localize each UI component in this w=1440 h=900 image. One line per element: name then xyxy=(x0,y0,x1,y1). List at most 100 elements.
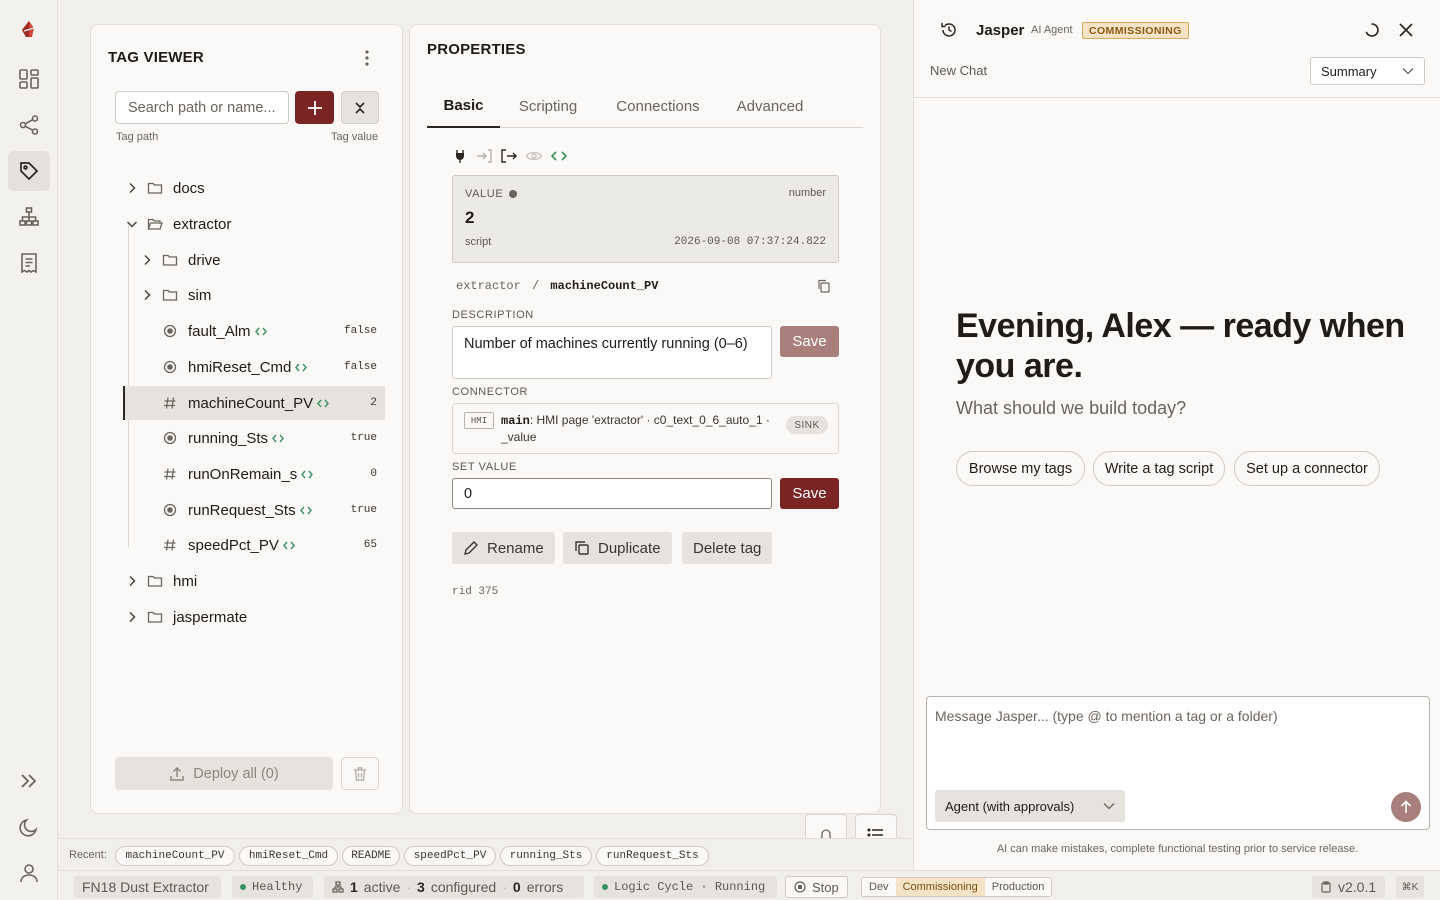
value-type: number xyxy=(788,187,826,199)
connector-card[interactable]: HMI main: HMI page 'extractor' · c0_text… xyxy=(452,403,839,454)
message-composer[interactable]: Message Jasper... (type @ to mention a t… xyxy=(926,696,1430,830)
tree-folder[interactable]: docs xyxy=(123,171,385,205)
recent-chip[interactable]: hmiReset_Cmd xyxy=(239,846,338,866)
history-icon[interactable] xyxy=(940,21,958,39)
receipt-icon[interactable] xyxy=(8,243,50,283)
chevron-right-icon[interactable] xyxy=(123,182,141,194)
recent-chip[interactable]: running_Sts xyxy=(500,846,592,866)
collapse-all-button[interactable] xyxy=(341,91,379,124)
suggestion-setup-connector[interactable]: Set up a connector xyxy=(1234,451,1380,486)
tree-folder[interactable]: sim xyxy=(123,278,385,312)
script-code-icon xyxy=(299,506,312,515)
tree-tag[interactable]: fault_Alm false xyxy=(123,314,385,348)
set-value-input[interactable] xyxy=(452,478,772,509)
expand-icon[interactable] xyxy=(8,761,50,801)
suggestion-browse-tags[interactable]: Browse my tags xyxy=(956,451,1085,486)
input-icon[interactable] xyxy=(475,148,493,164)
separator-dot: · xyxy=(502,879,507,895)
tab-advanced[interactable]: Advanced xyxy=(725,85,815,128)
send-button[interactable] xyxy=(1391,792,1421,822)
tree-tag[interactable]: hmiReset_Cmd false xyxy=(123,350,385,384)
record-id: rid 375 xyxy=(452,586,499,598)
tree-tag[interactable]: runRequest_Sts true xyxy=(123,493,385,527)
save-description-button[interactable]: Save xyxy=(780,326,839,357)
recent-chip[interactable]: machineCount_PV xyxy=(115,846,235,866)
number-tag-icon xyxy=(160,396,180,410)
command-palette-shortcut[interactable]: ⌘K xyxy=(1396,876,1424,898)
tree-folder[interactable]: drive xyxy=(123,243,385,277)
copy-path-icon[interactable] xyxy=(817,279,831,293)
description-field[interactable]: Number of machines currently running (0–… xyxy=(452,326,772,379)
delete-button[interactable] xyxy=(341,757,379,790)
health-status[interactable]: Healthy xyxy=(232,876,313,898)
suggestion-write-script[interactable]: Write a tag script xyxy=(1093,451,1225,486)
recent-chip[interactable]: speedPct_PV xyxy=(404,846,496,866)
tree-tag[interactable]: machineCount_PV 2 xyxy=(123,386,385,420)
tree-item-label: drive xyxy=(188,251,221,269)
rename-button[interactable]: Rename xyxy=(452,532,555,564)
arrow-up-icon xyxy=(1400,800,1412,813)
agent-mode-select[interactable]: Agent (with approvals) xyxy=(935,790,1125,822)
more-menu-icon[interactable] xyxy=(359,49,375,67)
tree-tag[interactable]: runOnRemain_s 0 xyxy=(123,457,385,491)
stop-button[interactable]: Stop xyxy=(785,876,848,898)
agent-header: Jasper AI Agent COMMISSIONING New Chat S… xyxy=(914,0,1440,98)
recent-label: Recent: xyxy=(69,849,107,861)
recent-chip[interactable]: README xyxy=(342,846,400,866)
connector-summary[interactable]: 1 active · 3 configured · 0 errors xyxy=(324,876,584,898)
chevron-right-icon[interactable] xyxy=(138,254,156,266)
path-name: machineCount_PV xyxy=(550,279,659,293)
stop-label: Stop xyxy=(812,879,839,895)
tab-scripting[interactable]: Scripting xyxy=(505,85,591,128)
folder-icon xyxy=(160,288,180,302)
recent-chip[interactable]: runRequest_Sts xyxy=(596,846,709,866)
project-name[interactable]: FN18 Dust Extractor xyxy=(74,876,221,898)
script-code-icon xyxy=(282,541,295,550)
save-value-button[interactable]: Save xyxy=(780,478,839,509)
chevron-right-icon[interactable] xyxy=(123,611,141,623)
output-icon[interactable] xyxy=(500,148,518,164)
tree-tag[interactable]: running_Sts true xyxy=(123,421,385,455)
tags-icon[interactable] xyxy=(8,151,50,191)
chevron-right-icon[interactable] xyxy=(138,289,156,301)
message-placeholder: Message Jasper... (type @ to mention a t… xyxy=(935,708,1278,724)
dashboard-icon[interactable] xyxy=(8,59,50,99)
logic-cycle-status[interactable]: Logic Cycle · Running xyxy=(594,876,777,898)
chevron-down-icon[interactable] xyxy=(123,219,141,229)
tree-folder[interactable]: hmi xyxy=(123,564,385,598)
chevron-right-icon[interactable] xyxy=(123,575,141,587)
path-separator: / xyxy=(532,279,540,293)
tree-item-label: runRequest_Sts xyxy=(188,501,296,519)
new-chat-button[interactable]: New Chat xyxy=(930,63,987,78)
tree-tag[interactable]: speedPct_PV 65 xyxy=(123,528,385,562)
logic-cycle-dot xyxy=(602,884,608,890)
share-icon[interactable] xyxy=(8,105,50,145)
tab-basic[interactable]: Basic xyxy=(427,85,500,128)
tree-folder[interactable]: jaspermate xyxy=(123,600,385,634)
view-mode-select[interactable]: Summary xyxy=(1310,57,1425,85)
tree-item-label: docs xyxy=(173,179,205,197)
eye-icon[interactable] xyxy=(525,148,543,164)
env-production[interactable]: Production xyxy=(984,878,1052,896)
hierarchy-icon[interactable] xyxy=(8,197,50,237)
tree-folder[interactable]: extractor xyxy=(123,207,385,241)
plug-icon[interactable] xyxy=(452,148,468,164)
tree-item-value: false xyxy=(343,361,377,373)
user-icon[interactable] xyxy=(8,853,50,893)
tree-item-value: 2 xyxy=(370,397,377,409)
tree-item-label: extractor xyxy=(173,215,232,233)
code-icon[interactable] xyxy=(550,148,568,164)
moon-icon[interactable] xyxy=(8,807,50,847)
delete-tag-button[interactable]: Delete tag xyxy=(682,532,773,564)
version-badge[interactable]: v2.0.1 xyxy=(1312,876,1385,898)
env-dev[interactable]: Dev xyxy=(862,878,896,896)
add-tag-button[interactable] xyxy=(295,91,334,124)
deploy-all-button[interactable]: Deploy all (0) xyxy=(115,757,333,790)
properties-title: PROPERTIES xyxy=(427,41,526,58)
env-commissioning[interactable]: Commissioning xyxy=(895,878,985,896)
close-icon[interactable] xyxy=(1398,22,1414,38)
duplicate-button[interactable]: Duplicate xyxy=(563,532,672,564)
tab-connections[interactable]: Connections xyxy=(603,85,713,128)
environment-switcher: Dev Commissioning Production xyxy=(861,877,1053,897)
tag-search-input[interactable] xyxy=(115,91,289,124)
